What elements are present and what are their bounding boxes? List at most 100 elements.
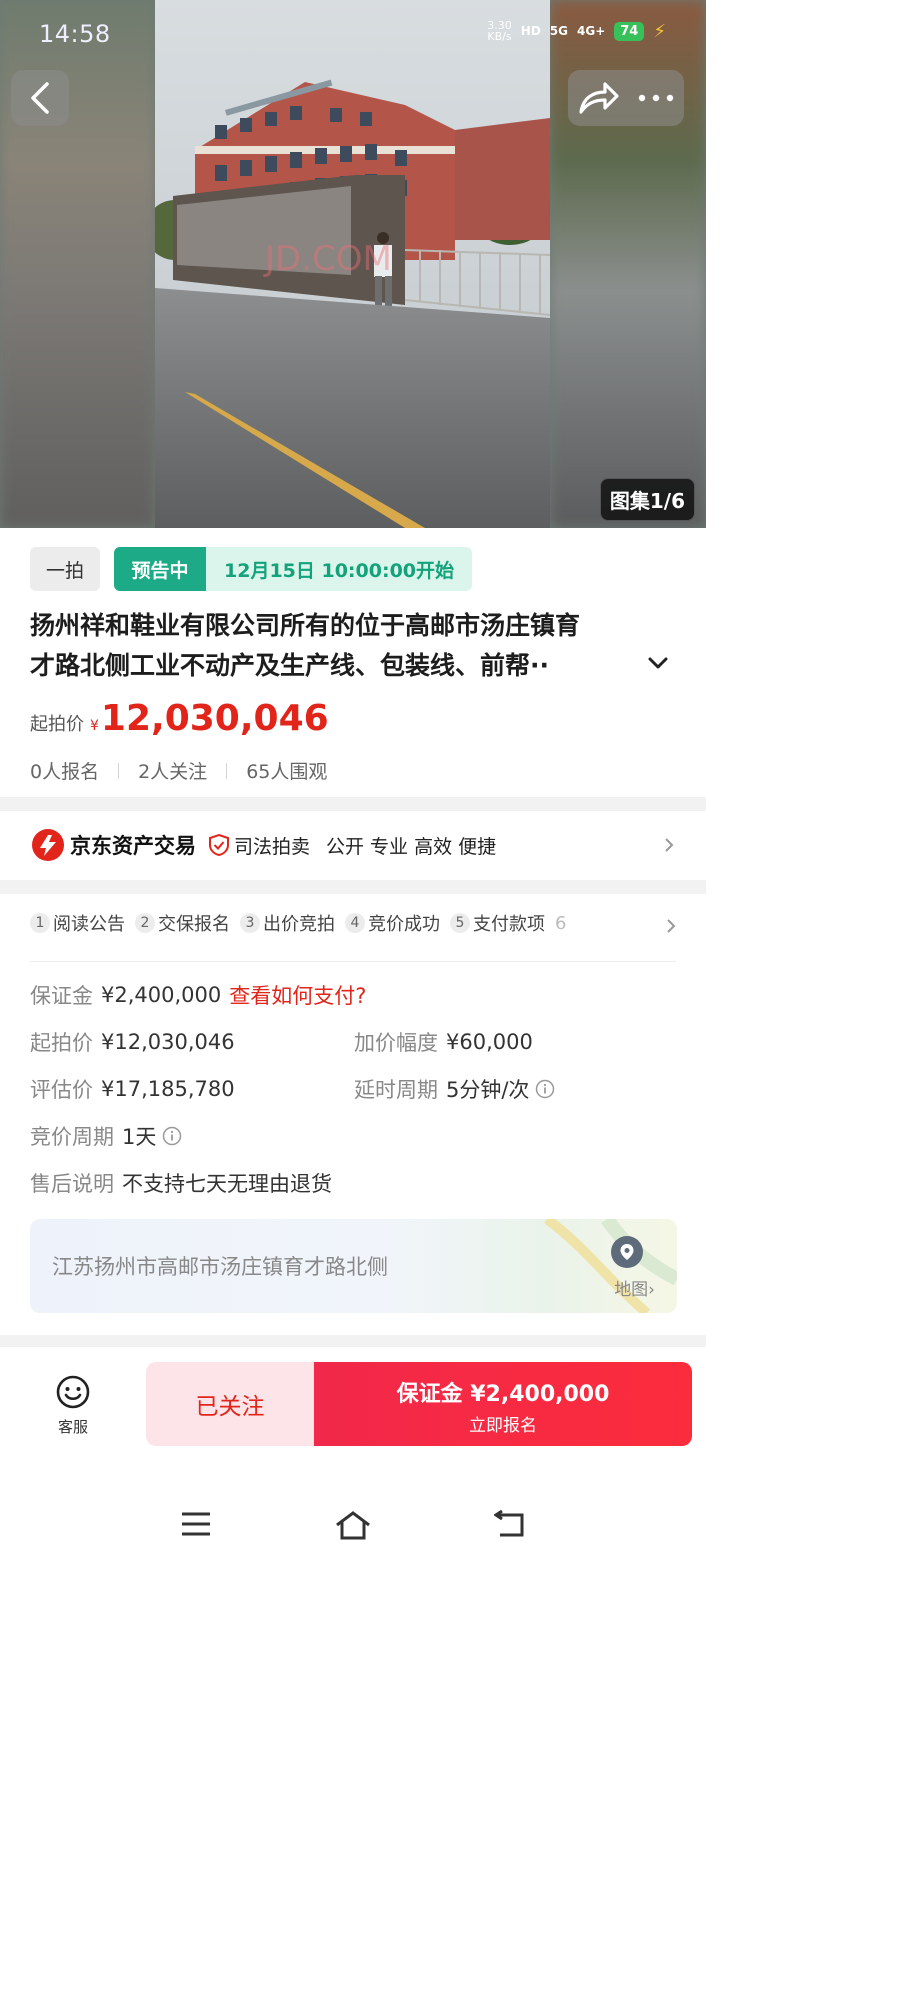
customer-service-button[interactable]: 客服 — [50, 1374, 96, 1437]
aftersale-label: 售后说明 — [30, 1172, 114, 1196]
section-gap — [0, 880, 706, 894]
address-text: 江苏扬州市高邮市汤庄镇育才路北侧 — [52, 1255, 388, 1279]
status-bar: 14:58 3.30 KB/s HD 5G 4G+ 74 ⚡ — [0, 0, 706, 70]
aftersale-value: 不支持七天无理由退货 — [122, 1172, 332, 1196]
follow-button[interactable]: 已关注 — [146, 1362, 314, 1446]
battery-icon: 74 — [614, 21, 645, 41]
signup-label: 立即报名 — [469, 1416, 537, 1436]
map-link[interactable]: 地图› — [614, 1275, 655, 1300]
cycle-label: 竞价周期 — [30, 1125, 114, 1149]
menu-icon[interactable] — [180, 1510, 212, 1538]
chevron-right-icon — [665, 838, 674, 852]
chevron-right-icon[interactable] — [666, 918, 676, 934]
property-photo[interactable]: JD.COM — [155, 0, 550, 528]
platform-name: 京东资产交易 — [70, 834, 196, 858]
platform-row[interactable]: 京东资产交易 司法拍卖 公开 专业 高效 便捷 — [0, 812, 706, 878]
start-time: 12月15日 10:00:00开始 — [206, 547, 473, 591]
info-icon[interactable] — [535, 1079, 555, 1099]
signup-button[interactable]: 保证金 ¥2,400,000 立即报名 — [314, 1362, 692, 1446]
judicial-auction-tag: 司法拍卖 — [234, 835, 311, 858]
step-win: 4 竞价成功 — [345, 910, 440, 936]
more-icon[interactable] — [637, 93, 675, 103]
jd-watermark: JD.COM — [263, 239, 392, 279]
share-icon[interactable] — [577, 80, 619, 116]
viewer-count: 65人围观 — [246, 761, 328, 783]
chevron-down-icon[interactable] — [648, 656, 668, 670]
step-label: 竞价成功 — [368, 914, 440, 935]
step-label: 交保报名 — [158, 914, 230, 935]
follower-count: 2人关注 — [138, 761, 208, 783]
cycle-row: 竞价周期 1天 — [30, 1121, 182, 1151]
delay-value: 5分钟/次 — [446, 1078, 530, 1102]
auction-stats: 0人报名 2人关注 65人围观 — [30, 757, 327, 784]
auction-tags: 一拍 预告中 12月15日 10:00:00开始 — [30, 547, 473, 591]
divider — [226, 762, 228, 779]
deposit-label: 保证金 — [30, 984, 93, 1008]
title-line-2: 才路北侧工业不动产及生产线、包装线、前帮·· — [30, 651, 549, 680]
shield-check-icon — [209, 833, 229, 857]
smiley-service-icon — [56, 1375, 90, 1409]
location-pin-icon — [611, 1236, 643, 1268]
currency-symbol: ¥ — [90, 718, 99, 734]
back-button[interactable] — [11, 70, 69, 126]
jd-logo-icon — [32, 829, 64, 861]
how-to-pay-link[interactable]: 查看如何支付? — [229, 980, 366, 1010]
step-label: 阅读公告 — [53, 914, 125, 935]
cycle-value: 1天 — [122, 1125, 157, 1149]
status-badge: 预告中 12月15日 10:00:00开始 — [114, 547, 473, 591]
starting-price-value: 12,030,046 — [100, 698, 329, 739]
page-title[interactable]: 扬州祥和鞋业有限公司所有的位于高邮市汤庄镇育 才路北侧工业不动产及生产线、包装线… — [30, 606, 680, 686]
step-number: 3 — [240, 913, 260, 933]
appraisal-value: ¥17,185,780 — [101, 1077, 235, 1101]
delay-label: 延时周期 — [354, 1078, 438, 1102]
step-number: 5 — [450, 913, 470, 933]
starting-price-label: 起拍价 — [30, 714, 84, 735]
divider — [118, 762, 120, 779]
step-number: 1 — [30, 913, 50, 933]
step-number: 2 — [135, 913, 155, 933]
step-label: 出价竞拍 — [263, 914, 335, 935]
back-nav-icon[interactable] — [494, 1510, 526, 1540]
increment-label: 加价幅度 — [354, 1031, 438, 1055]
charging-bolt-icon: ⚡ — [653, 20, 666, 42]
system-nav-bar — [0, 1490, 706, 1567]
step-label: 支付款项 — [473, 914, 545, 935]
step-pay-deposit: 2 交保报名 — [135, 910, 230, 936]
title-line-1: 扬州祥和鞋业有限公司所有的位于高邮市汤庄镇育 — [30, 611, 581, 640]
increment-row: 加价幅度 ¥60,000 — [354, 1027, 533, 1057]
registered-count: 0人报名 — [30, 761, 100, 783]
service-label: 客服 — [57, 1418, 88, 1436]
status-time: 14:58 — [39, 20, 111, 48]
signal-4g-icon: 4G+ — [577, 24, 606, 38]
net-speed: 3.30 KB/s — [487, 20, 512, 42]
appraisal-row: 评估价 ¥17,185,780 — [30, 1074, 235, 1104]
signal-5g-icon: 5G — [549, 24, 568, 38]
step-number: 4 — [345, 913, 365, 933]
step-read-notice: 1 阅读公告 — [30, 910, 125, 936]
hd-voice-icon: HD — [520, 24, 541, 38]
auction-steps[interactable]: 1 阅读公告 2 交保报名 3 出价竞拍 4 竞价成功 5 支付款项 6 — [30, 910, 680, 936]
info-icon[interactable] — [162, 1126, 182, 1146]
deposit-value: ¥2,400,000 — [101, 983, 222, 1007]
step-number: 6 — [555, 912, 567, 934]
top-actions — [568, 70, 684, 126]
start-price-label: 起拍价 — [30, 1031, 93, 1055]
step-next: 6 — [555, 913, 566, 934]
step-payment: 5 支付款项 — [450, 910, 545, 936]
step-bid: 3 出价竞拍 — [240, 910, 335, 936]
aftersale-row: 售后说明 不支持七天无理由退货 — [30, 1168, 332, 1198]
round-tag: 一拍 — [30, 547, 100, 591]
home-icon[interactable] — [334, 1510, 372, 1540]
section-gap — [0, 1335, 706, 1347]
increment-value: ¥60,000 — [446, 1030, 533, 1054]
gallery-counter[interactable]: 图集1/6 — [599, 478, 695, 521]
section-gap — [0, 797, 706, 811]
start-price-value: ¥12,030,046 — [101, 1030, 235, 1054]
photo-gallery[interactable]: JD.COM 14:58 3.30 KB/s HD 5G 4G+ 74 ⚡ 图集… — [0, 0, 706, 528]
start-price-row: 起拍价 ¥12,030,046 — [30, 1027, 235, 1057]
delay-row: 延时周期 5分钟/次 — [354, 1074, 555, 1104]
chevron-left-icon — [31, 82, 49, 114]
platform-slogan: 公开 专业 高效 便捷 — [326, 835, 497, 858]
address-card[interactable]: 江苏扬州市高邮市汤庄镇育才路北侧 地图› — [30, 1219, 677, 1313]
appraisal-label: 评估价 — [30, 1078, 93, 1102]
